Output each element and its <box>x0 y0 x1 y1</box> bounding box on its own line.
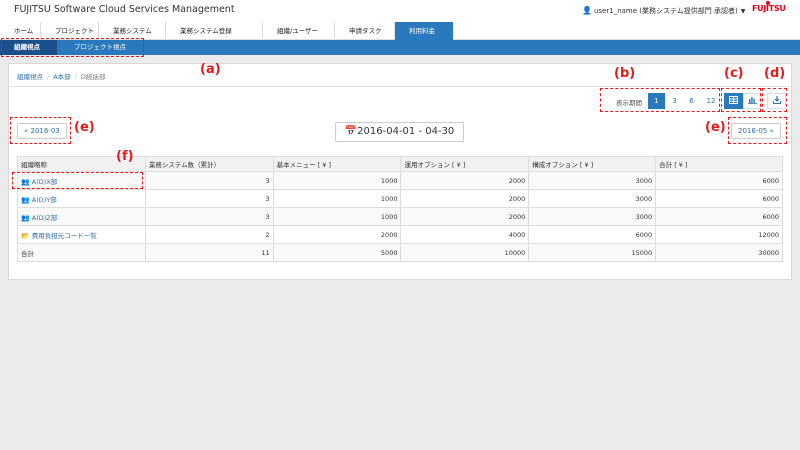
calendar-icon: 📅 <box>344 126 358 137</box>
cell-basic: 2000 <box>272 225 402 244</box>
caret-down-icon: ▼ <box>740 8 746 15</box>
column-header[interactable]: 業務システム数（累計） <box>144 156 274 172</box>
folder-icon: 📂 <box>21 231 30 240</box>
user-name: user1_name (業務システム提供部門 承認者) <box>593 7 738 15</box>
breadcrumb-current: D統括部 <box>80 73 106 81</box>
total-label: 合計 <box>17 243 146 262</box>
date-range: 📅2016-04-01 - 04-30 <box>335 122 464 142</box>
column-header[interactable]: 合計 [ ¥ ] <box>655 156 783 172</box>
annotation-label-e-next: (e) <box>705 120 726 135</box>
breadcrumb: 組織視点 / A本部 / D統括部 <box>17 73 106 81</box>
annotation-label-d: (d) <box>764 66 786 81</box>
annotation-box-f <box>12 172 143 189</box>
annotation-box-c <box>721 88 761 112</box>
table-row: 👥 A)D)Y部 3 1000 2000 3000 6000 <box>17 189 783 208</box>
column-header[interactable]: 運用オプション [ ¥ ] <box>400 156 530 172</box>
cell-config: 3000 <box>528 171 657 190</box>
app-title: FUJITSU Software Cloud Services Manageme… <box>14 4 235 15</box>
cell-basic: 1000 <box>272 207 402 226</box>
annotation-label-c: (c) <box>724 66 744 81</box>
cell-ops: 2000 <box>400 171 530 190</box>
annotation-label-a: (a) <box>200 62 221 77</box>
cell-ops: 4000 <box>400 225 530 244</box>
cell-count: 2 <box>144 225 274 244</box>
divider <box>9 86 791 87</box>
cell-count: 3 <box>144 171 274 190</box>
total-sum: 30000 <box>655 243 783 262</box>
user-menu[interactable]: 👤 user1_name (業務システム提供部門 承認者) ▼ <box>582 6 745 16</box>
org-link[interactable]: 👥 A)D)Z部 <box>17 207 146 226</box>
annotation-label-b: (b) <box>614 66 636 81</box>
nav-item-request-task[interactable]: 申請タスク <box>335 22 395 40</box>
table-total-row: 合計 11 5000 10000 15000 30000 <box>17 243 783 262</box>
cell-basic: 1000 <box>272 189 402 208</box>
total-config: 15000 <box>528 243 657 262</box>
breadcrumb-org-view[interactable]: 組織視点 <box>17 73 43 81</box>
annotation-box-e-next <box>728 117 787 144</box>
cell-total: 6000 <box>655 207 783 226</box>
cell-ops: 2000 <box>400 189 530 208</box>
total-count: 11 <box>144 243 274 262</box>
column-header[interactable]: 基本メニュー [ ¥ ] <box>272 156 402 172</box>
annotation-box-a <box>1 38 144 57</box>
table-row: 👥 A)D)Z部 3 1000 2000 3000 6000 <box>17 207 783 226</box>
org-link[interactable]: 👥 A)D)Y部 <box>17 189 146 208</box>
cell-config: 3000 <box>528 207 657 226</box>
total-ops: 10000 <box>400 243 530 262</box>
user-icon: 👤 <box>582 6 592 15</box>
annotation-box-d <box>762 88 787 112</box>
cell-total: 6000 <box>655 171 783 190</box>
cell-ops: 2000 <box>400 207 530 226</box>
top-bar: FUJITSU Software Cloud Services Manageme… <box>0 0 800 22</box>
cell-total: 6000 <box>655 189 783 208</box>
cell-count: 3 <box>144 207 274 226</box>
annotation-label-f: (f) <box>116 149 134 164</box>
annotation-box-e-prev <box>10 117 71 144</box>
users-icon: 👥 <box>21 195 30 204</box>
org-link[interactable]: 📂 費用負担元コード一覧 <box>17 225 146 244</box>
nav-item-org-user[interactable]: 組織/ユーザー <box>263 22 335 40</box>
cell-config: 6000 <box>528 225 657 244</box>
column-header[interactable]: 構成オプション [ ¥ ] <box>528 156 657 172</box>
total-basic: 5000 <box>272 243 402 262</box>
nav-item-usage-fee[interactable]: 利用料金 <box>395 22 453 40</box>
table-row: 📂 費用負担元コード一覧 2 2000 4000 6000 12000 <box>17 225 783 244</box>
cell-total: 12000 <box>655 225 783 244</box>
breadcrumb-a-honbu[interactable]: A本部 <box>53 73 70 81</box>
cell-config: 3000 <box>528 189 657 208</box>
fujitsu-logo: FUJITSU <box>752 1 786 13</box>
nav-item-system-registration[interactable]: 業務システム登録 <box>166 22 263 40</box>
users-icon: 👥 <box>21 213 30 222</box>
cell-count: 3 <box>144 189 274 208</box>
annotation-label-e-prev: (e) <box>74 120 95 135</box>
date-range-text: 2016-04-01 - 04-30 <box>357 126 455 137</box>
annotation-box-b <box>600 88 720 112</box>
cell-basic: 1000 <box>272 171 402 190</box>
